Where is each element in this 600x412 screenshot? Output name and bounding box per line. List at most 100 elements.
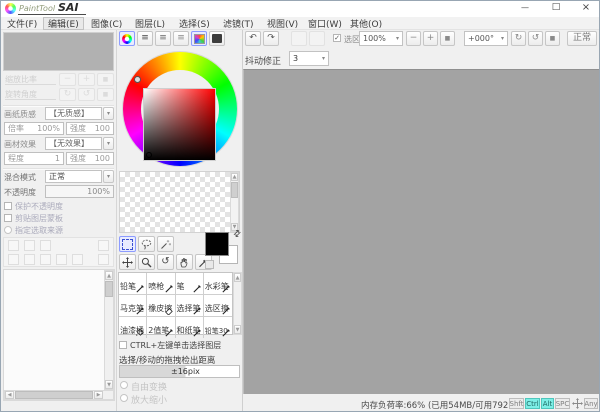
navigator-rotate-ccw-button[interactable]: ↺ <box>78 88 95 101</box>
scroll-up-button[interactable]: ▲ <box>105 271 113 280</box>
brush-cell[interactable]: 马克笔 <box>119 295 147 317</box>
drag-detect-slider[interactable]: ±16pix <box>119 365 240 378</box>
maximize-button[interactable]: □ <box>547 2 565 14</box>
copy-layer-icon[interactable] <box>72 254 83 265</box>
navigator-angle-slider[interactable] <box>5 99 56 100</box>
clear-layer-icon[interactable] <box>40 254 51 265</box>
brush-cell[interactable]: 选择笔 <box>176 295 204 317</box>
brush-grid-scrollbar[interactable]: ▲ ▼ <box>233 272 242 335</box>
color-wheel-tab[interactable] <box>119 31 135 46</box>
navigator-angle-reset-button[interactable]: ■ <box>97 88 114 101</box>
deselect-button[interactable] <box>291 31 307 46</box>
layers-vscrollbar[interactable]: ▲ ▼ <box>104 270 114 390</box>
hsv-sliders-tab[interactable]: ≡ <box>155 31 171 46</box>
opacity-slider[interactable]: 100% <box>45 185 114 198</box>
transparent-color-swatch[interactable] <box>205 260 214 269</box>
new-pen-layer-icon[interactable] <box>24 240 35 251</box>
zoom-tool[interactable] <box>138 254 155 270</box>
navigator-rotate-cw-button[interactable]: ↻ <box>59 88 76 101</box>
transfer-down-icon[interactable] <box>8 254 19 265</box>
swatches-tab[interactable] <box>191 31 207 46</box>
material-strength-field[interactable]: 强度 100 <box>66 152 114 165</box>
scratchpad-canvas[interactable]: ▲ ▼ <box>119 171 240 233</box>
scroll-up-button[interactable]: ▲ <box>234 273 241 282</box>
foreground-color-swatch[interactable] <box>205 232 229 256</box>
vscroll-thumb[interactable] <box>231 182 238 198</box>
selection-source-radio[interactable] <box>4 226 12 234</box>
zoom-level-select[interactable]: 100% ▾ <box>359 31 403 46</box>
hand-tool[interactable] <box>176 254 193 270</box>
scroll-right-button[interactable]: ▶ <box>94 391 103 399</box>
free-transform-radio[interactable] <box>120 381 128 389</box>
merge-down-icon[interactable] <box>24 254 35 265</box>
brush-cell[interactable]: 油漆桶 <box>119 317 147 338</box>
zoom-reset-button[interactable]: ■ <box>440 31 455 46</box>
rotate-cw-button[interactable]: ↻ <box>511 31 526 46</box>
brush-cell[interactable]: 2值笔 <box>147 317 175 338</box>
blend-mode-select[interactable]: 正常 <box>45 170 102 183</box>
zoom-out-button[interactable]: − <box>406 31 421 46</box>
material-degree-field[interactable]: 程度 1 <box>4 152 64 165</box>
redo-button[interactable]: ↷ <box>263 31 279 46</box>
brush-cell[interactable]: 橡皮擦 <box>147 295 175 317</box>
layer-extra-icon[interactable] <box>98 240 109 251</box>
scroll-left-button[interactable]: ◀ <box>5 391 14 399</box>
brush-cell[interactable]: 笔 <box>176 273 204 295</box>
ctrl-select-layer-checkbox[interactable] <box>119 341 127 349</box>
menu-image[interactable]: 图像(C) <box>87 17 126 30</box>
undo-button[interactable]: ↶ <box>245 31 261 46</box>
dropdown-icon[interactable]: ▾ <box>322 55 325 62</box>
material-effect-select[interactable]: 【无效果】 <box>45 137 102 150</box>
new-layer-set-icon[interactable] <box>40 240 51 251</box>
rotate-canvas-tool[interactable]: ↺ <box>157 254 174 270</box>
brush-cell[interactable]: 和纸笔 <box>176 317 204 338</box>
brush-cell[interactable]: 喷枪 <box>147 273 175 295</box>
new-layer-icon[interactable] <box>8 240 19 251</box>
navigator-zoom-reset-button[interactable]: ■ <box>97 73 114 86</box>
view-mode-button[interactable]: 正常 <box>567 31 597 46</box>
paper-texture-select[interactable]: 【无质感】 <box>45 107 102 120</box>
menu-file[interactable]: 文件(F) <box>3 17 41 30</box>
scroll-down-button[interactable]: ▼ <box>105 380 113 389</box>
sv-marker[interactable] <box>146 152 152 158</box>
paper-texture-dropdown-button[interactable]: ▾ <box>103 107 114 120</box>
layers-list[interactable]: ▲ ▼ ◀ ▶ <box>3 269 115 401</box>
close-button[interactable]: × <box>577 2 595 14</box>
brush-cell[interactable]: 选区擦 <box>204 295 232 317</box>
vscroll-thumb[interactable] <box>105 281 113 297</box>
scratchpad-scrollbar[interactable]: ▲ ▼ <box>230 172 239 232</box>
navigator-zoom-slider[interactable] <box>5 84 56 85</box>
angle-reset-button[interactable]: ■ <box>545 31 560 46</box>
scroll-down-button[interactable]: ▼ <box>234 325 241 334</box>
menu-view[interactable]: 视图(V) <box>263 17 302 30</box>
zoom-in-button[interactable]: + <box>423 31 438 46</box>
menu-filter[interactable]: 滤镜(T) <box>219 17 258 30</box>
scroll-up-button[interactable]: ▲ <box>231 173 238 181</box>
rgb-sliders-tab[interactable]: ≡ <box>137 31 153 46</box>
menu-window[interactable]: 窗口(W) <box>304 17 346 30</box>
menu-edit[interactable]: 编辑(E) <box>43 17 84 30</box>
dropdown-icon[interactable]: ▾ <box>396 35 399 42</box>
brush-cell[interactable]: 水彩笔 <box>204 273 232 295</box>
hscroll-thumb[interactable] <box>15 391 93 399</box>
invert-selection-button[interactable] <box>309 31 325 46</box>
color-wheel[interactable] <box>119 50 241 170</box>
paste-layer-icon[interactable] <box>98 254 109 265</box>
paper-scale-field[interactable]: 倍率 100% <box>4 122 64 135</box>
navigator-zoom-in-button[interactable]: + <box>78 73 95 86</box>
stabilizer-select[interactable]: 3 ▾ <box>289 51 329 66</box>
canvas-angle-select[interactable]: +000° ▾ <box>464 31 508 46</box>
selection-edge-checkbox[interactable]: ✓ <box>333 34 341 42</box>
hue-marker[interactable] <box>134 76 141 83</box>
dropdown-icon[interactable]: ▾ <box>501 35 504 42</box>
navigator-preview[interactable] <box>3 32 114 71</box>
menu-select[interactable]: 选择(S) <box>175 17 214 30</box>
scale-transform-radio[interactable] <box>120 394 128 402</box>
menu-others[interactable]: 其他(O) <box>346 17 386 30</box>
menu-layer[interactable]: 图层(L) <box>131 17 169 30</box>
delete-layer-icon[interactable] <box>56 254 67 265</box>
preserve-opacity-checkbox[interactable] <box>4 202 12 210</box>
scratchpad-tab[interactable] <box>209 31 225 46</box>
minimize-button[interactable]: — <box>516 3 534 15</box>
brush-cell[interactable]: 铅笔30 <box>204 317 232 338</box>
